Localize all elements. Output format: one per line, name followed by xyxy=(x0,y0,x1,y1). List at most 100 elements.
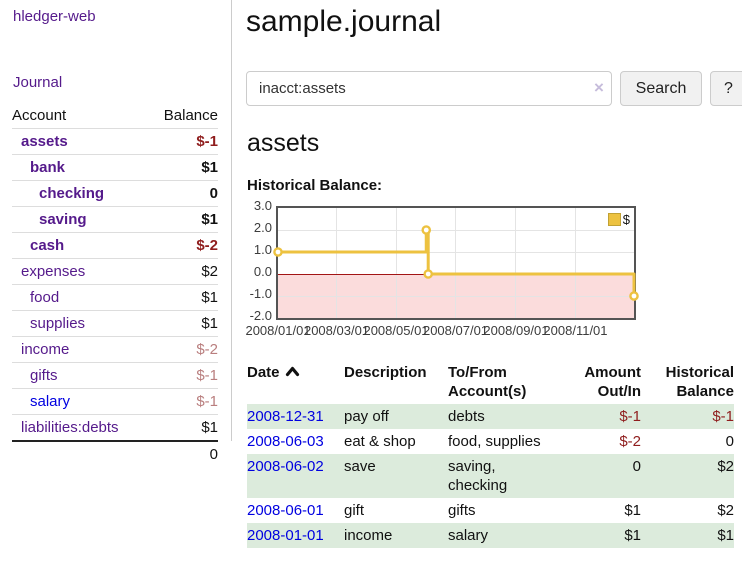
transaction-description: pay off xyxy=(344,404,448,429)
account-row: bank $1 xyxy=(12,155,218,181)
register-header-row: Date Description To/From Account(s) Amou… xyxy=(247,360,734,404)
account-balance: $1 xyxy=(149,207,218,233)
transaction-amount: $-1 xyxy=(549,404,641,429)
account-row: salary $-1 xyxy=(12,389,218,415)
sort-ascending-icon xyxy=(285,366,300,377)
transaction-description: save xyxy=(344,454,448,498)
register-header-description: Description xyxy=(344,360,448,404)
account-link[interactable]: assets xyxy=(21,133,68,150)
account-link[interactable]: checking xyxy=(39,185,104,202)
account-balance: $1 xyxy=(149,415,218,442)
chart-plot-area: $ xyxy=(276,206,636,320)
transaction-amount: $1 xyxy=(549,498,641,523)
transaction-balance: $2 xyxy=(641,454,734,498)
account-balance: $-1 xyxy=(149,363,218,389)
register-row: 2008-12-31pay offdebts$-1$-1 xyxy=(247,404,734,429)
page-title: sample.journal xyxy=(246,5,441,39)
accounts-header-row: Account Balance xyxy=(12,103,218,129)
transaction-balance: $2 xyxy=(641,498,734,523)
clear-search-icon[interactable]: × xyxy=(590,78,608,98)
chart-title: Historical Balance: xyxy=(247,177,382,194)
y-axis-tick-label: 0.0 xyxy=(244,264,272,280)
legend-label: $ xyxy=(623,212,630,227)
sidebar: hledger-web Journal Account Balance asse… xyxy=(0,0,232,441)
account-link[interactable]: gifts xyxy=(30,367,58,384)
y-axis-tick-label: -2.0 xyxy=(244,308,272,324)
account-row: liabilities:debts $1 xyxy=(12,415,218,442)
account-row: saving $1 xyxy=(12,207,218,233)
accounts-table: Account Balance assets $-1 bank $1 checking 0… xyxy=(12,103,218,467)
y-axis-tick-label: -1.0 xyxy=(244,286,272,302)
transaction-date-link[interactable]: 2008-12-31 xyxy=(247,408,324,425)
transaction-description: gift xyxy=(344,498,448,523)
historical-balance-chart: $ 3.0 2.0 1.0 0.0 -1.0 -2.0 2008/01/012008/03… xyxy=(244,199,644,349)
account-link[interactable]: income xyxy=(21,341,69,358)
x-axis-tick-label: 2008/01/01 xyxy=(245,323,310,338)
transaction-description: income xyxy=(344,523,448,548)
help-button[interactable]: ? xyxy=(710,71,742,106)
transaction-accounts: food, supplies xyxy=(448,429,549,454)
x-axis-tick-label: 2008/09/01 xyxy=(483,323,548,338)
register-row: 2008-06-01giftgifts$1$2 xyxy=(247,498,734,523)
register-header-amount: Amount Out/In xyxy=(549,360,641,404)
transaction-date-link[interactable]: 2008-01-01 xyxy=(247,527,324,544)
account-link[interactable]: liabilities:debts xyxy=(21,419,119,436)
y-axis-tick-label: 3.0 xyxy=(244,198,272,214)
search-input[interactable] xyxy=(246,71,612,106)
transaction-accounts: debts xyxy=(448,404,549,429)
x-axis-tick-label: 2008/03/01 xyxy=(304,323,369,338)
transaction-balance: 0 xyxy=(641,429,734,454)
transaction-amount: $1 xyxy=(549,523,641,548)
register-row: 2008-06-02 savesaving, checking0$2 xyxy=(247,454,734,498)
register-row: 2008-06-03 eat & shopfood, supplies$-20 xyxy=(247,429,734,454)
legend-swatch-icon xyxy=(608,213,621,226)
x-axis-tick-label: 2008/07/01 xyxy=(423,323,488,338)
transaction-balance: $-1 xyxy=(641,404,734,429)
register-header-date-label: Date xyxy=(247,364,280,381)
register-row: 2008-01-01incomesalary$1$1 xyxy=(247,523,734,548)
register-table: Date Description To/From Account(s) Amou… xyxy=(247,360,734,548)
account-link[interactable]: food xyxy=(30,289,59,306)
transaction-amount: 0 xyxy=(549,454,641,498)
transaction-description: eat & shop xyxy=(344,429,448,454)
search-button[interactable]: Search xyxy=(620,71,702,106)
accounts-header-balance: Balance xyxy=(149,103,218,129)
account-balance: $-2 xyxy=(149,233,218,259)
account-link[interactable]: salary xyxy=(30,393,70,410)
account-balance: $-1 xyxy=(149,389,218,415)
account-link[interactable]: expenses xyxy=(21,263,85,280)
account-balance: $-2 xyxy=(149,337,218,363)
account-link[interactable]: bank xyxy=(30,159,65,176)
app-title-link[interactable]: hledger-web xyxy=(13,8,96,25)
account-link[interactable]: cash xyxy=(30,237,64,254)
transaction-date-link[interactable]: 2008-06-02 xyxy=(247,458,324,475)
transaction-balance: $1 xyxy=(641,523,734,548)
account-row: gifts $-1 xyxy=(12,363,218,389)
account-row: food $1 xyxy=(12,285,218,311)
sidebar-item-journal[interactable]: Journal xyxy=(13,74,62,91)
account-balance: $-1 xyxy=(149,129,218,155)
account-balance: $2 xyxy=(149,259,218,285)
account-link[interactable]: saving xyxy=(39,211,87,228)
accounts-header-account: Account xyxy=(12,103,149,129)
account-link[interactable]: supplies xyxy=(30,315,85,332)
account-row: income $-2 xyxy=(12,337,218,363)
accounts-total-row: 0 xyxy=(12,441,218,467)
transaction-accounts: salary xyxy=(448,523,549,548)
y-axis-tick-label: 1.0 xyxy=(244,242,272,258)
account-balance: 0 xyxy=(149,181,218,207)
register-header-account: To/From Account(s) xyxy=(448,360,549,404)
account-balance: $1 xyxy=(149,285,218,311)
accounts-total: 0 xyxy=(149,441,218,467)
account-row: expenses $2 xyxy=(12,259,218,285)
chart-legend: $ xyxy=(608,212,630,227)
transaction-date-link[interactable]: 2008-06-01 xyxy=(247,502,324,519)
account-row: assets $-1 xyxy=(12,129,218,155)
account-balance: $1 xyxy=(149,155,218,181)
transaction-accounts: saving, checking xyxy=(448,454,549,498)
transaction-date-link[interactable]: 2008-06-03 xyxy=(247,433,324,450)
y-axis-tick-label: 2.0 xyxy=(244,220,272,236)
transaction-amount: $-2 xyxy=(549,429,641,454)
account-row: checking 0 xyxy=(12,181,218,207)
register-header-date[interactable]: Date xyxy=(247,360,344,404)
